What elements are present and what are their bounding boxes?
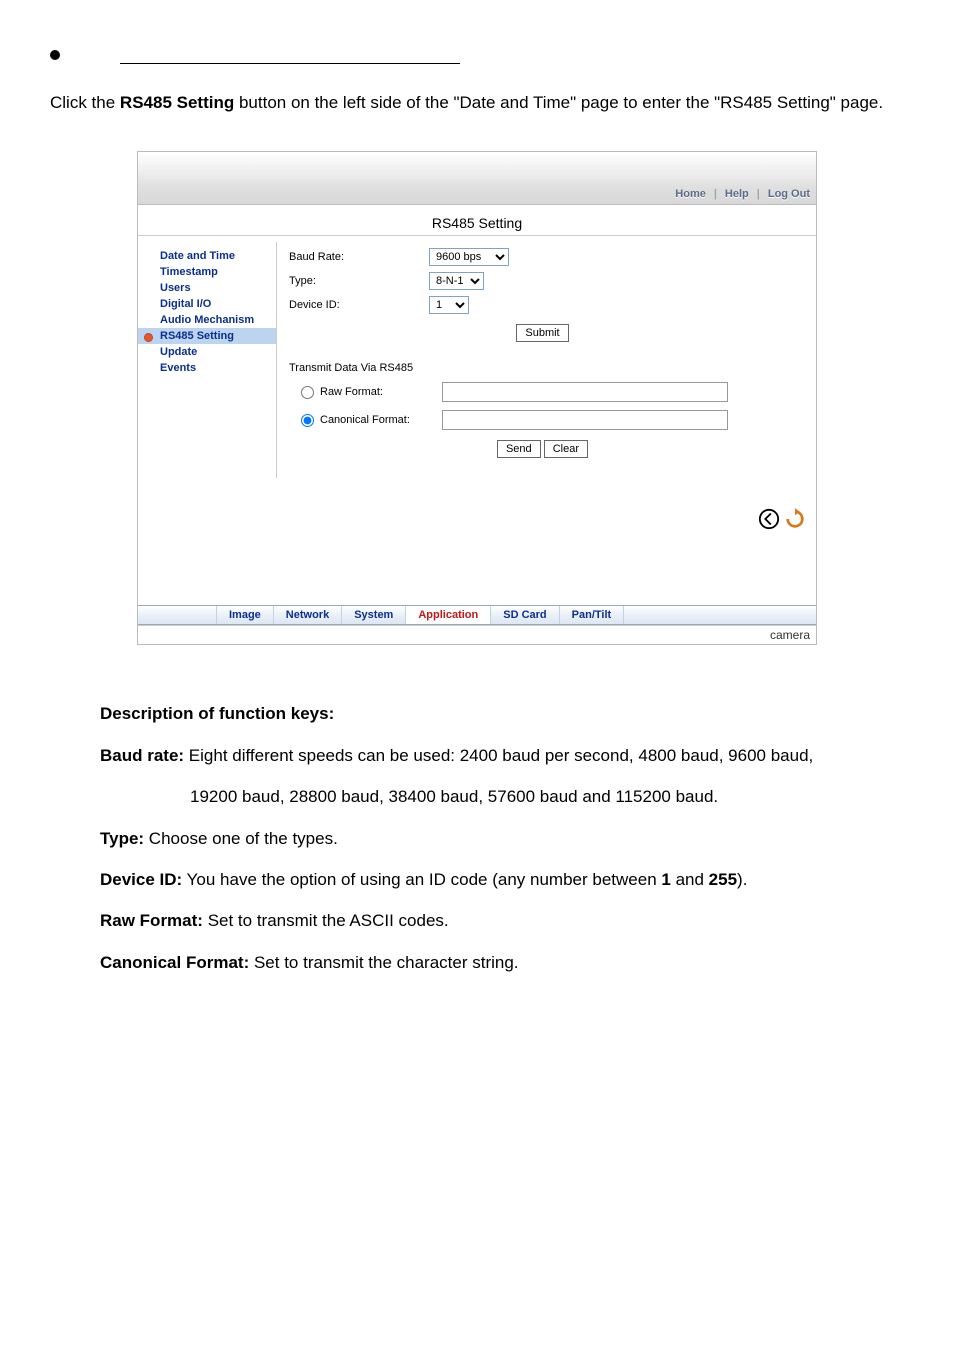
raw-format-radio[interactable] <box>301 386 314 399</box>
desc-heading: Description of function keys: <box>100 704 334 723</box>
logout-link[interactable]: Log Out <box>768 188 810 200</box>
separator-icon: | <box>714 188 717 200</box>
top-nav-bar: Home | Help | Log Out <box>138 186 816 205</box>
separator-icon: | <box>757 188 760 200</box>
header-gradient <box>138 152 816 186</box>
baud-rate-select[interactable]: 9600 bps <box>429 248 509 266</box>
intro-post: button on the left side of the "Date and… <box>234 93 883 112</box>
sidebar-item-rs485-setting[interactable]: RS485 Setting <box>138 328 276 344</box>
baud-rate-label: Baud Rate: <box>289 251 429 263</box>
bullet-dot-icon <box>50 50 60 60</box>
device-close: ). <box>737 870 747 889</box>
intro-bold: RS485 Setting <box>120 93 234 112</box>
baud-text-a: Eight different speeds can be used: 2400… <box>184 746 813 765</box>
tab-sd-card[interactable]: SD Card <box>491 606 559 624</box>
footer-label: camera <box>138 625 816 644</box>
clear-button[interactable]: Clear <box>544 440 588 458</box>
section-bullet-rule <box>50 50 904 64</box>
sidebar-item-date-and-time[interactable]: Date and Time <box>138 248 276 264</box>
canon-text: Set to transmit the character string. <box>249 953 518 972</box>
description-section: Description of function keys: Baud rate:… <box>100 695 904 981</box>
page-title: RS485 Setting <box>138 205 816 235</box>
canonical-format-label: Canonical Format: <box>320 414 442 426</box>
type-key: Type: <box>100 829 144 848</box>
baud-text-b: 19200 baud, 28800 baud, 38400 baud, 5760… <box>190 787 718 806</box>
canonical-format-radio[interactable] <box>301 414 314 427</box>
baud-key: Baud rate: <box>100 746 184 765</box>
raw-format-label: Raw Format: <box>320 386 442 398</box>
device-one: 1 <box>661 870 670 889</box>
main-form-area: Baud Rate: 9600 bps Type: 8-N-1 <box>277 242 816 478</box>
tab-image[interactable]: Image <box>217 606 274 624</box>
device-key: Device ID: <box>100 870 182 889</box>
help-link[interactable]: Help <box>725 188 749 200</box>
send-button[interactable]: Send <box>497 440 541 458</box>
tab-network[interactable]: Network <box>274 606 342 624</box>
submit-button[interactable]: Submit <box>516 324 568 342</box>
tab-system[interactable]: System <box>342 606 406 624</box>
type-select[interactable]: 8-N-1 <box>429 272 484 290</box>
device-id-select[interactable]: 1 <box>429 296 469 314</box>
device-and: and <box>671 870 709 889</box>
tab-pan-tilt[interactable]: Pan/Tilt <box>560 606 625 624</box>
raw-key: Raw Format: <box>100 911 203 930</box>
sidebar-item-digital-i-o[interactable]: Digital I/O <box>138 296 276 312</box>
sidebar: Date and TimeTimestampUsersDigital I/OAu… <box>138 242 277 478</box>
refresh-icon[interactable] <box>784 508 806 530</box>
transmit-heading: Transmit Data Via RS485 <box>289 362 796 374</box>
tab-left-spacer <box>138 606 217 624</box>
sidebar-item-audio-mechanism[interactable]: Audio Mechanism <box>138 312 276 328</box>
sidebar-item-timestamp[interactable]: Timestamp <box>138 264 276 280</box>
sidebar-item-events[interactable]: Events <box>138 360 276 376</box>
bottom-tab-bar: ImageNetworkSystemApplicationSD CardPan/… <box>138 605 816 625</box>
type-text: Choose one of the types. <box>144 829 338 848</box>
device-255: 255 <box>709 870 737 889</box>
canon-key: Canonical Format: <box>100 953 249 972</box>
heading-underline <box>120 63 460 64</box>
sidebar-item-update[interactable]: Update <box>138 344 276 360</box>
home-link[interactable]: Home <box>675 188 706 200</box>
intro-paragraph: Click the RS485 Setting button on the le… <box>50 84 904 121</box>
title-rule <box>138 235 816 236</box>
intro-pre: Click the <box>50 93 120 112</box>
canonical-format-input[interactable] <box>442 410 728 430</box>
back-arrow-icon[interactable] <box>758 508 780 530</box>
sidebar-item-users[interactable]: Users <box>138 280 276 296</box>
device-text-a: You have the option of using an ID code … <box>182 870 661 889</box>
app-screenshot: Home | Help | Log Out RS485 Setting Date… <box>137 151 817 645</box>
raw-format-input[interactable] <box>442 382 728 402</box>
tab-application[interactable]: Application <box>406 606 491 624</box>
raw-text: Set to transmit the ASCII codes. <box>203 911 449 930</box>
type-label: Type: <box>289 275 429 287</box>
device-id-label: Device ID: <box>289 299 429 311</box>
tab-right-spacer <box>624 606 816 624</box>
